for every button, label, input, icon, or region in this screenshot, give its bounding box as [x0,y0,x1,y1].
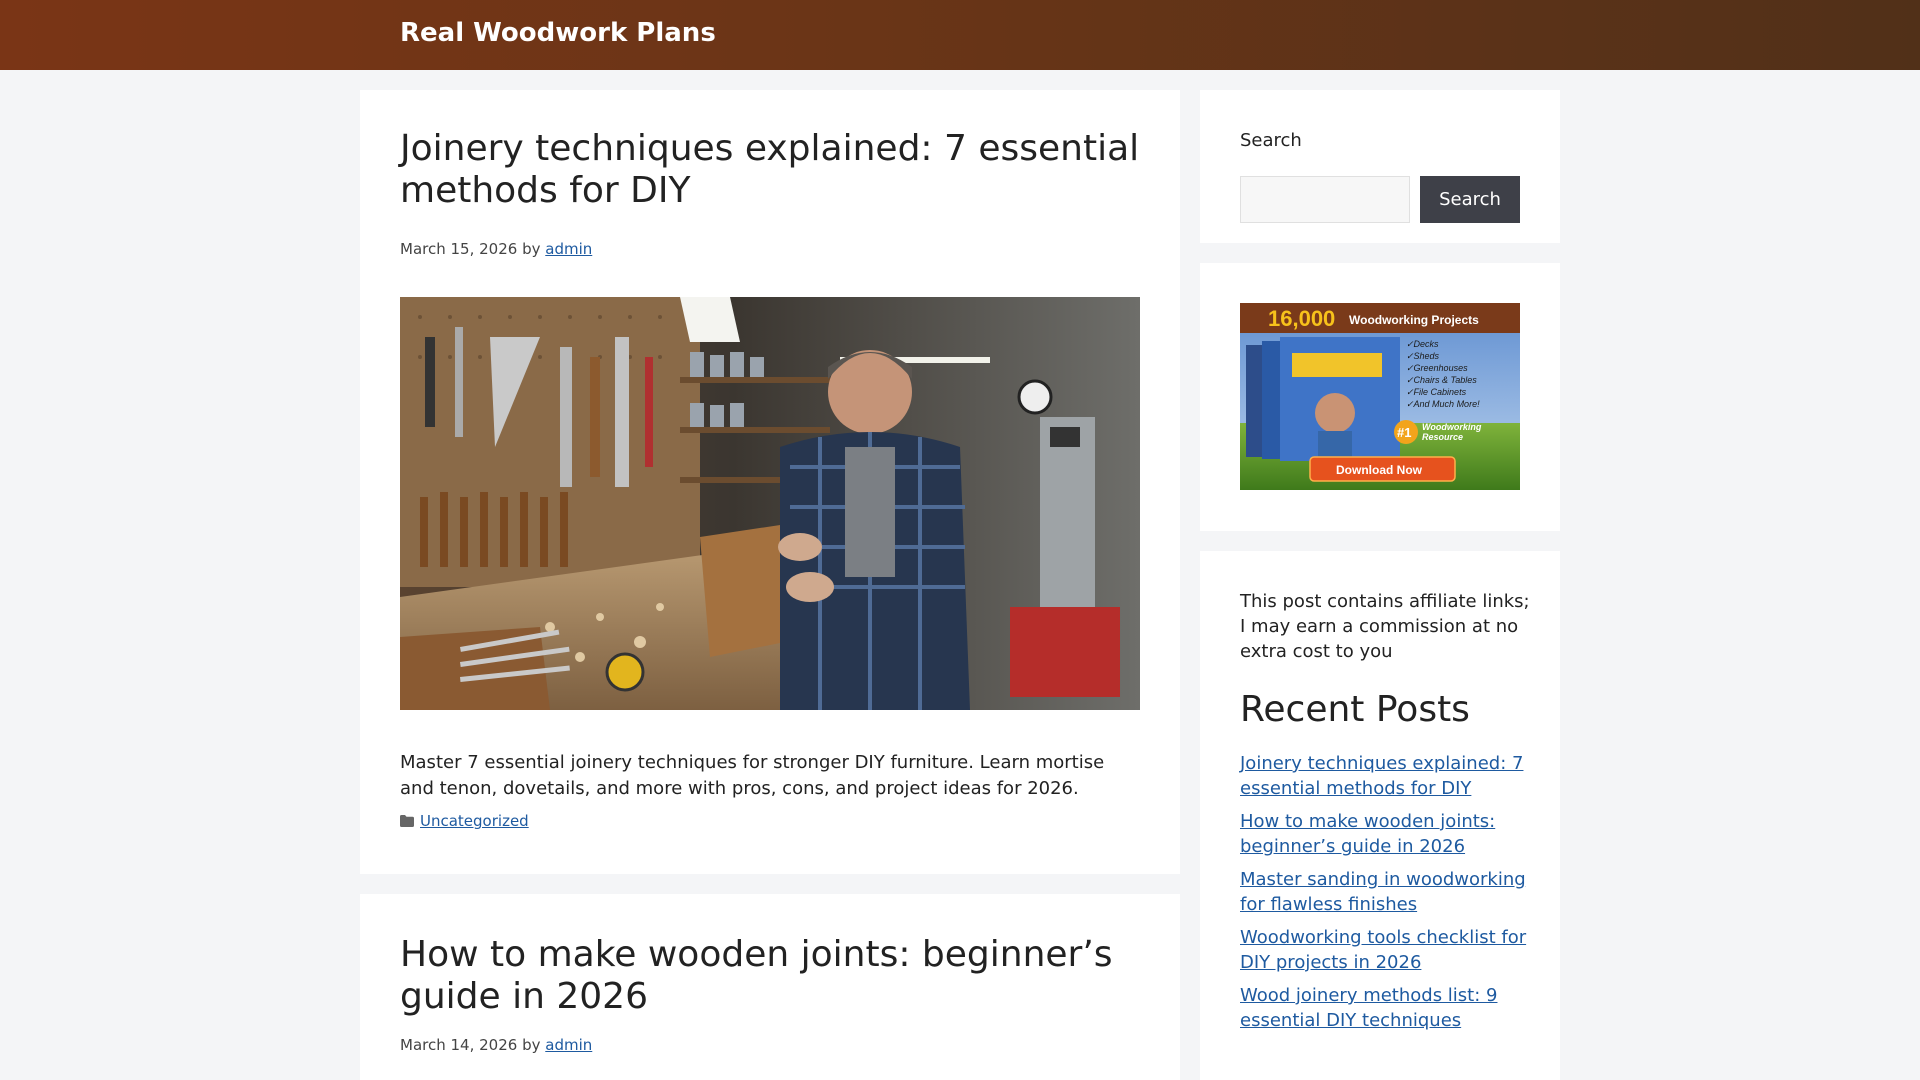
recent-post-link[interactable]: Master sanding in woodworking for flawle… [1240,869,1526,915]
post-categories: Uncategorized [400,812,529,830]
list-item: How to make wooden joints: beginner’s gu… [1240,809,1530,859]
post-card: How to make wooden joints: beginner’s gu… [360,894,1180,1080]
category-link-uncategorized[interactable]: Uncategorized [420,812,529,830]
search-widget: Search Search [1200,90,1560,243]
list-item: Master sanding in woodworking for flawle… [1240,867,1530,917]
ad-list-item: ✓Sheds [1406,351,1440,361]
post-by: by [522,1036,541,1054]
woodworking-ad-graphic: 16,000 Woodworking Projects ✓Decks ✓Shed… [1240,303,1520,490]
post-by: by [522,240,541,258]
post-meta: March 14, 2026 by admin [400,1036,592,1054]
ad-badge-text: Woodworking [1422,422,1482,432]
ad-list-item: ✓Greenhouses [1406,363,1468,373]
recent-post-link[interactable]: Wood joinery methods list: 9 essential D… [1240,985,1497,1031]
ad-headline-text: Woodworking Projects [1349,313,1479,327]
folder-icon [400,815,414,827]
page-content: Joinery techniques explained: 7 essentia… [0,70,1920,1080]
ad-headline-number: 16,000 [1268,306,1335,331]
site-header: Real Woodwork Plans [0,0,1920,70]
site-title-link[interactable]: Real Woodwork Plans [400,18,716,48]
post-meta: March 15, 2026 by admin [400,240,592,258]
workshop-photo [400,297,1140,710]
recent-post-link[interactable]: Woodworking tools checklist for DIY proj… [1240,927,1526,973]
recent-posts-list: Joinery techniques explained: 7 essentia… [1240,751,1530,1041]
ad-list-item: ✓And Much More! [1406,399,1480,409]
ad-list-item: ✓File Cabinets [1406,387,1467,397]
post-date: March 15, 2026 [400,240,518,258]
ad-banner[interactable]: 16,000 Woodworking Projects ✓Decks ✓Shed… [1240,303,1520,490]
post-author-link[interactable]: admin [545,240,592,258]
ad-cta-text: Download Now [1336,463,1423,477]
recent-post-link[interactable]: How to make wooden joints: beginner’s gu… [1240,811,1495,857]
search-button[interactable]: Search [1420,176,1520,223]
search-input[interactable] [1240,176,1410,223]
list-item: Joinery techniques explained: 7 essentia… [1240,751,1530,801]
ad-badge-text: Resource [1422,432,1463,442]
ad-badge-number: #1 [1397,425,1411,440]
ad-list-item: ✓Decks [1406,339,1439,349]
recent-posts-heading: Recent Posts [1240,689,1470,730]
post-title[interactable]: Joinery techniques explained: 7 essentia… [400,128,1160,212]
post-date: March 14, 2026 [400,1036,518,1054]
list-item: Wood joinery methods list: 9 essential D… [1240,983,1530,1033]
affiliate-disclosure: This post contains affiliate links; I ma… [1240,591,1530,662]
post-title[interactable]: How to make wooden joints: beginner’s gu… [400,934,1160,1018]
recent-posts-widget: This post contains affiliate links; I ma… [1200,551,1560,1080]
post-excerpt: Master 7 essential joinery techniques fo… [400,752,1105,799]
post-author-link[interactable]: admin [545,1036,592,1054]
ad-list-item: ✓Chairs & Tables [1406,375,1477,385]
post-featured-image[interactable] [400,297,1140,710]
ad-widget: 16,000 Woodworking Projects ✓Decks ✓Shed… [1200,263,1560,531]
list-item: Woodworking tools checklist for DIY proj… [1240,925,1530,975]
recent-post-link[interactable]: Joinery techniques explained: 7 essentia… [1240,753,1523,799]
search-label: Search [1240,130,1302,151]
post-card: Joinery techniques explained: 7 essentia… [360,90,1180,874]
